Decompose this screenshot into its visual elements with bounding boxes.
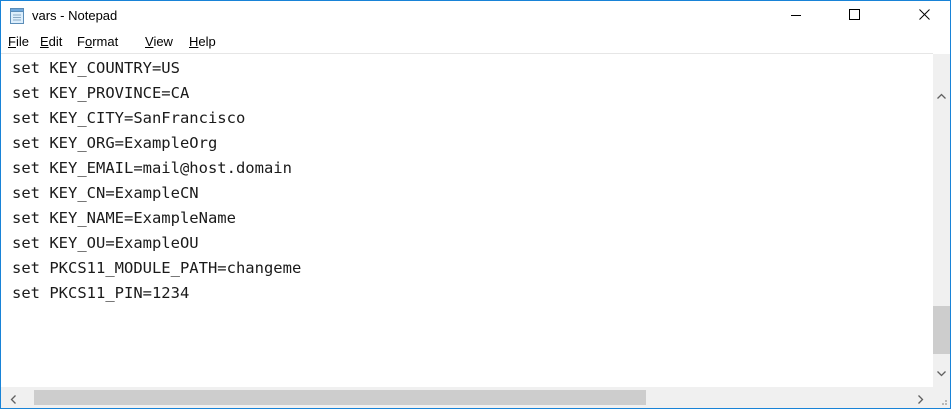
- window-title: vars - Notepad: [32, 8, 118, 23]
- minimize-button[interactable]: [773, 1, 819, 31]
- text-line[interactable]: set KEY_PROVINCE=CA: [1, 81, 301, 106]
- minimize-icon: [791, 7, 801, 25]
- text-line[interactable]: set KEY_CN=ExampleCN: [1, 181, 301, 206]
- menu-edit[interactable]: Edit: [40, 34, 62, 52]
- maximize-button[interactable]: [831, 1, 877, 31]
- notepad-icon[interactable]: [10, 8, 24, 24]
- chevron-left-icon[interactable]: [8, 392, 19, 404]
- text-line[interactable]: set KEY_EMAIL=mail@host.domain: [1, 156, 301, 181]
- text-line[interactable]: set PKCS11_PIN=1234: [1, 281, 301, 306]
- close-button[interactable]: [901, 1, 947, 31]
- text-line[interactable]: set KEY_OU=ExampleOU: [1, 231, 301, 256]
- menu-file[interactable]: File: [8, 34, 29, 52]
- editor-lines: set KEY_COUNTRY=US set KEY_PROVINCE=CA s…: [1, 56, 301, 306]
- text-line[interactable]: set KEY_CITY=SanFrancisco: [1, 106, 301, 131]
- close-icon: [918, 7, 930, 25]
- vertical-scrollbar[interactable]: [933, 54, 950, 387]
- maximize-icon: [848, 7, 860, 25]
- horizontal-scrollbar[interactable]: [1, 387, 933, 408]
- vertical-scroll-thumb[interactable]: [933, 306, 950, 354]
- text-line[interactable]: set KEY_NAME=ExampleName: [1, 206, 301, 231]
- notepad-window: vars - Notepad File Edit Format View Hel…: [0, 0, 951, 409]
- title-bar[interactable]: vars - Notepad: [1, 1, 950, 31]
- menu-format[interactable]: Format: [77, 34, 118, 52]
- text-line[interactable]: set KEY_ORG=ExampleOrg: [1, 131, 301, 156]
- chevron-down-icon[interactable]: [936, 366, 947, 377]
- horizontal-scroll-thumb[interactable]: [34, 390, 646, 405]
- menu-bar: File Edit Format View Help: [1, 31, 950, 53]
- chevron-right-icon[interactable]: [915, 392, 926, 404]
- size-grip[interactable]: [933, 387, 950, 408]
- chevron-up-icon[interactable]: [936, 89, 947, 100]
- text-line[interactable]: set PKCS11_MODULE_PATH=changeme: [1, 256, 301, 281]
- menu-help[interactable]: Help: [189, 34, 216, 52]
- text-line[interactable]: set KEY_COUNTRY=US: [1, 56, 301, 81]
- menu-view[interactable]: View: [145, 34, 173, 52]
- text-editor[interactable]: set KEY_COUNTRY=US set KEY_PROVINCE=CA s…: [1, 53, 933, 388]
